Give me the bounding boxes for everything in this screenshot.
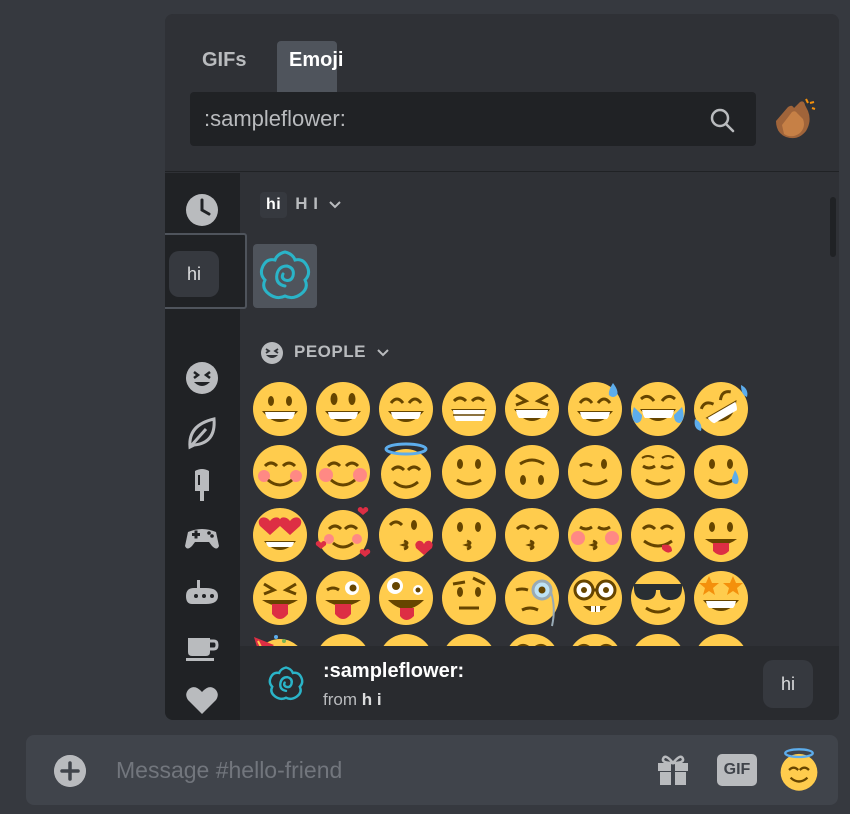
clapping-hands-icon[interactable] (770, 97, 816, 143)
squinting-tongue-icon[interactable] (250, 568, 310, 628)
emoji-preview: :sampleflower: from h i hi (240, 646, 839, 720)
clock-icon[interactable] (182, 190, 222, 230)
preview-emoji-name: :sampleflower: (323, 660, 465, 682)
emoji-picker: GIFs Emoji hi (165, 14, 839, 720)
star-struck-icon[interactable] (691, 568, 751, 628)
worried-icon[interactable] (565, 631, 625, 646)
grin-icon[interactable] (439, 379, 499, 439)
confused-icon[interactable] (628, 631, 688, 646)
flower-swirl-icon (259, 250, 311, 300)
emoji-button-innocent-icon[interactable] (776, 747, 822, 793)
smiley-icon (261, 341, 283, 364)
innocent-icon[interactable] (376, 442, 436, 502)
grinning-face-icon[interactable] (250, 379, 310, 439)
flower-swirl-icon (268, 666, 304, 701)
disappointed-icon[interactable] (439, 631, 499, 646)
preview-server-badge: hi (763, 660, 813, 708)
chevron-down-icon (377, 348, 389, 356)
tab-gifs[interactable]: GIFs (190, 41, 258, 79)
smiley-big-eyes-icon[interactable] (313, 379, 373, 439)
popsicle-icon[interactable] (182, 465, 222, 505)
emoji-search[interactable] (190, 92, 756, 146)
winking-tongue-icon[interactable] (313, 568, 373, 628)
message-input[interactable] (116, 735, 616, 805)
nerd-face-icon[interactable] (565, 568, 625, 628)
upside-down-icon[interactable] (502, 442, 562, 502)
sweat-smile-icon[interactable] (565, 379, 625, 439)
slight-frown-icon[interactable] (691, 631, 751, 646)
server-tag: hi (260, 191, 288, 218)
server-hi-selected[interactable]: hi (165, 233, 247, 309)
kissing-smiling-eyes-icon[interactable] (502, 505, 562, 565)
search-icon (710, 108, 735, 133)
unamused-icon[interactable] (376, 631, 436, 646)
joy-icon[interactable] (628, 379, 688, 439)
smiling-tear-icon[interactable] (691, 442, 751, 502)
heart-eyes-icon[interactable] (250, 505, 310, 565)
message-bar: GIF (26, 735, 838, 805)
kissing-heart-icon[interactable] (376, 505, 436, 565)
yum-icon[interactable] (628, 505, 688, 565)
gif-button[interactable]: GIF (717, 754, 757, 786)
emoji-search-input[interactable] (204, 92, 694, 146)
picker-header: GIFs Emoji (165, 14, 839, 172)
tongue-icon[interactable] (691, 505, 751, 565)
leaf-icon[interactable] (182, 413, 222, 453)
monocle-face-icon[interactable] (502, 568, 562, 628)
server-category-label: H I (295, 194, 319, 213)
smirk-icon[interactable] (313, 631, 373, 646)
smile-icon[interactable] (376, 379, 436, 439)
kissing-closed-eyes-icon[interactable] (565, 505, 625, 565)
coffee-icon[interactable] (182, 626, 222, 666)
submarine-icon[interactable] (182, 570, 222, 610)
sunglasses-icon[interactable] (628, 568, 688, 628)
relaxed-icon[interactable] (250, 442, 310, 502)
preview-server-name: h i (361, 690, 382, 709)
plus-icon[interactable] (54, 755, 86, 787)
pensive-icon[interactable] (502, 631, 562, 646)
zany-face-icon[interactable] (376, 568, 436, 628)
relieved-icon[interactable] (628, 442, 688, 502)
partying-face-icon[interactable] (250, 631, 310, 646)
people-category-label: PEOPLE (294, 342, 366, 361)
scrollbar[interactable] (830, 197, 836, 257)
smiling-hearts-icon[interactable] (313, 505, 373, 565)
rofl-icon[interactable] (691, 379, 751, 439)
preview-from-prefix: from (323, 690, 362, 709)
custom-emoji-sampleflower[interactable] (253, 244, 317, 308)
wink-icon[interactable] (565, 442, 625, 502)
raised-eyebrow-icon[interactable] (439, 568, 499, 628)
smiley-icon[interactable] (182, 358, 222, 398)
emoji-list: hi H I PEOPLE (240, 173, 839, 646)
slight-smile-icon[interactable] (439, 442, 499, 502)
kissing-icon[interactable] (439, 505, 499, 565)
category-header-hi[interactable]: hi H I (260, 190, 342, 218)
category-header-people[interactable]: PEOPLE (260, 338, 390, 366)
gamepad-icon[interactable] (182, 518, 222, 558)
heart-icon[interactable] (182, 680, 222, 720)
preview-source: from h i (323, 690, 382, 710)
laughing-icon[interactable] (502, 379, 562, 439)
blush-icon[interactable] (313, 442, 373, 502)
gift-icon[interactable] (655, 751, 691, 787)
chevron-down-icon (329, 200, 342, 208)
category-sidebar: hi (165, 173, 247, 720)
server-hi-button[interactable]: hi (169, 251, 219, 297)
